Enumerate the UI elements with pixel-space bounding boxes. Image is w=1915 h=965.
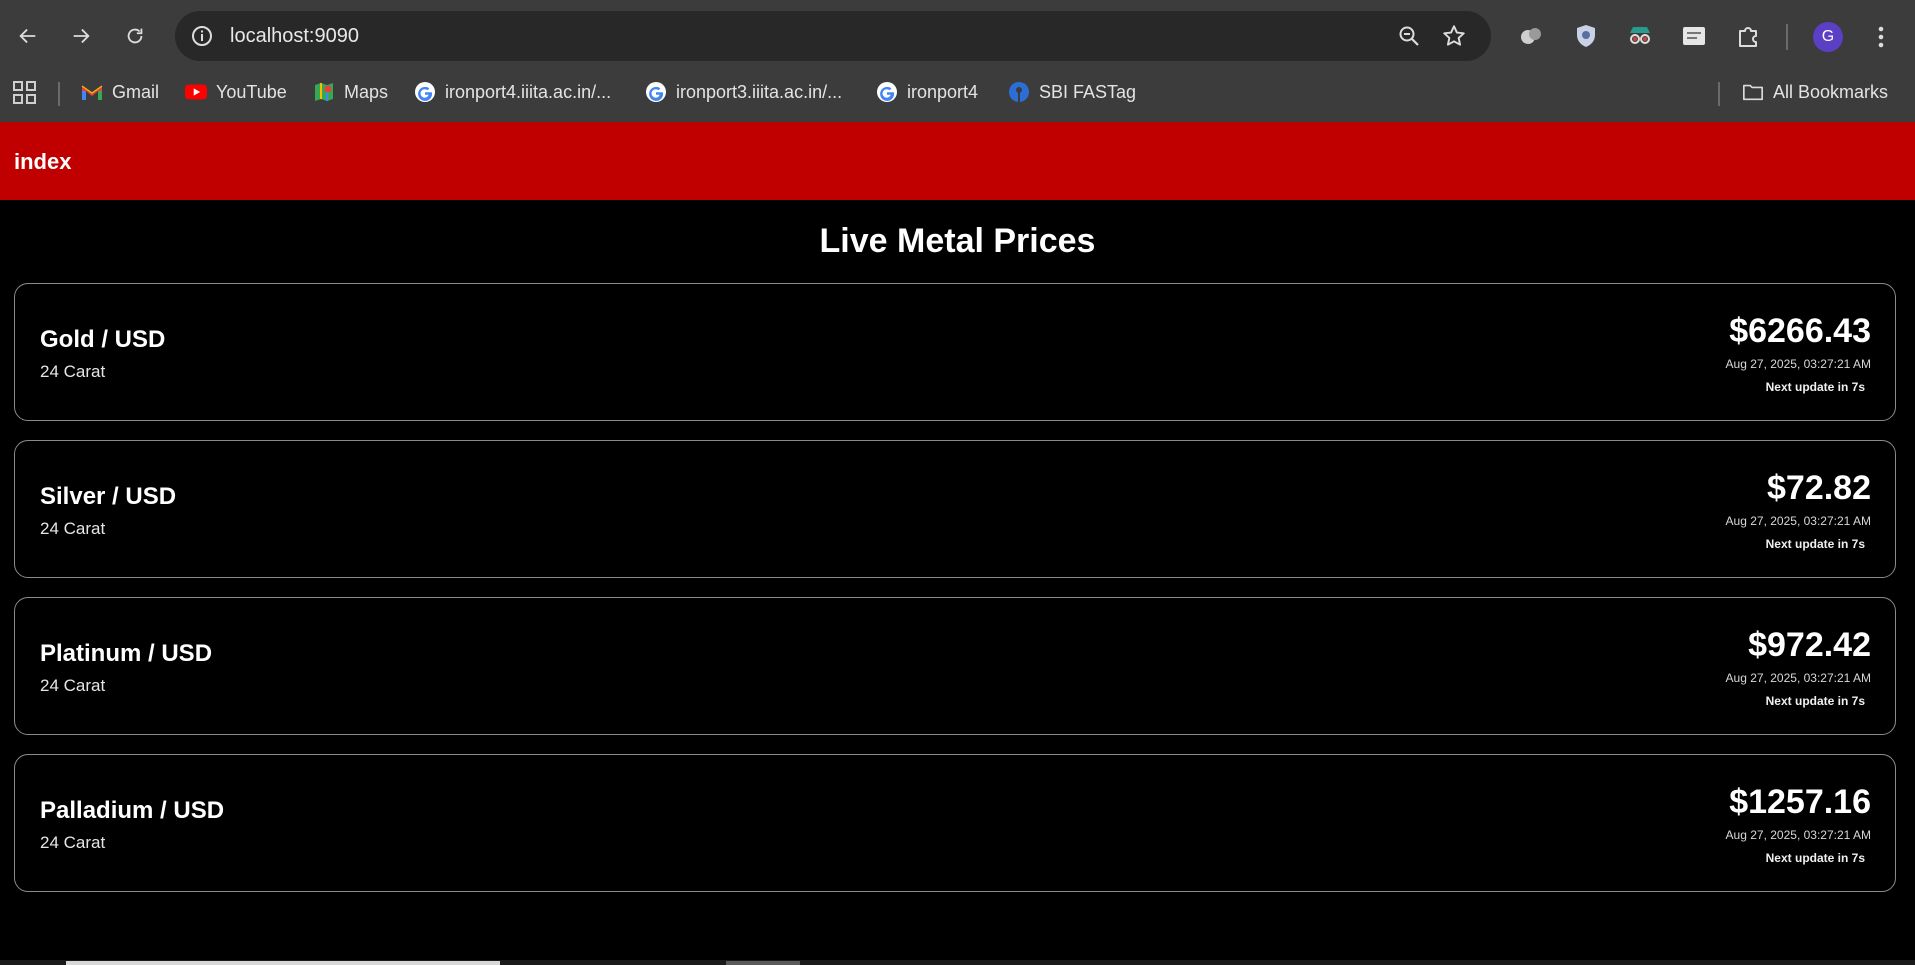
next-update-countdown: Next update in 7s bbox=[1765, 694, 1865, 708]
next-update-countdown: Next update in 7s bbox=[1765, 537, 1865, 551]
google-icon bbox=[645, 81, 667, 103]
bookmark-maps[interactable]: Maps bbox=[313, 78, 388, 106]
metal-name: Palladium / USD bbox=[40, 797, 225, 824]
google-icon bbox=[876, 81, 898, 103]
bookmark-label: ironport4.iiita.ac.in/... bbox=[445, 81, 612, 102]
price-timestamp: Aug 27, 2025, 03:27:21 AM bbox=[1725, 514, 1871, 528]
metal-purity: 24 Carat bbox=[40, 676, 106, 695]
metal-purity: 24 Carat bbox=[40, 519, 106, 538]
bookmarks-divider bbox=[58, 82, 60, 106]
metal-name: Silver / USD bbox=[40, 483, 177, 510]
price-value: $6266.43 bbox=[1729, 312, 1871, 350]
zoom-icon[interactable] bbox=[1397, 24, 1421, 48]
price-timestamp: Aug 27, 2025, 03:27:21 AM bbox=[1725, 357, 1871, 371]
price-card-platinum: Platinum / USD 24 Carat $972.42 Aug 27, … bbox=[14, 597, 1896, 735]
back-arrow-icon bbox=[19, 28, 36, 44]
extensions-puzzle-icon[interactable] bbox=[1734, 22, 1762, 50]
bookmark-label: YouTube bbox=[216, 81, 287, 102]
bookmark-ironport4-iiita[interactable]: ironport4.iiita.ac.in/... bbox=[414, 78, 611, 106]
bookmark-sbi-fastag[interactable]: SBI FASTag bbox=[1008, 78, 1136, 106]
metal-name: Platinum / USD bbox=[40, 640, 213, 667]
bookmark-label: SBI FASTag bbox=[1039, 81, 1137, 102]
next-update-countdown: Next update in 7s bbox=[1765, 851, 1865, 865]
spy-extension-icon[interactable] bbox=[1626, 22, 1654, 50]
forward-button[interactable] bbox=[63, 18, 99, 54]
google-icon bbox=[414, 81, 436, 103]
gmail-icon bbox=[81, 81, 103, 103]
price-card-silver: Silver / USD 24 Carat $72.82 Aug 27, 202… bbox=[14, 440, 1896, 578]
page-title: Live Metal Prices bbox=[819, 222, 1096, 260]
reload-button[interactable] bbox=[117, 18, 153, 54]
price-value: $72.82 bbox=[1767, 469, 1871, 507]
all-bookmarks-button[interactable]: All Bookmarks bbox=[1742, 78, 1888, 106]
shield-extension-icon[interactable] bbox=[1572, 22, 1600, 50]
url-text[interactable]: localhost:9090 bbox=[230, 24, 359, 48]
address-bar[interactable]: localhost:9090 bbox=[175, 11, 1491, 61]
extension-puzzle-cloud-icon[interactable] bbox=[1517, 22, 1545, 50]
scrollbar-thumb[interactable] bbox=[66, 961, 500, 965]
youtube-icon bbox=[185, 81, 207, 103]
price-value: $972.42 bbox=[1748, 626, 1871, 664]
bookmark-ironport3-iiita[interactable]: ironport3.iiita.ac.in/... bbox=[645, 78, 842, 106]
price-card-palladium: Palladium / USD 24 Carat $1257.16 Aug 27… bbox=[14, 754, 1896, 892]
price-card-gold: Gold / USD 24 Carat $6266.43 Aug 27, 202… bbox=[14, 283, 1896, 421]
bookmark-label: ironport4 bbox=[907, 81, 979, 102]
next-update-countdown: Next update in 7s bbox=[1765, 380, 1865, 394]
profile-avatar[interactable]: G bbox=[1813, 22, 1843, 52]
price-timestamp: Aug 27, 2025, 03:27:21 AM bbox=[1725, 671, 1871, 685]
browser-toolbar: localhost:9090 G bbox=[0, 0, 1915, 74]
browser-menu-icon[interactable] bbox=[1868, 22, 1894, 52]
metal-purity: 24 Carat bbox=[40, 833, 106, 852]
horizontal-scrollbar[interactable] bbox=[0, 960, 1915, 965]
site-info-icon[interactable] bbox=[189, 23, 215, 49]
bookmark-gmail[interactable]: Gmail bbox=[81, 78, 159, 106]
bookmark-youtube[interactable]: YouTube bbox=[185, 78, 287, 106]
id-card-extension-icon[interactable] bbox=[1680, 22, 1708, 50]
bookmark-star-icon[interactable] bbox=[1441, 23, 1467, 49]
all-bookmarks-label: All Bookmarks bbox=[1773, 81, 1889, 102]
scrollbar-segment bbox=[726, 961, 800, 965]
toolbar-divider bbox=[1786, 24, 1788, 50]
page-header: index bbox=[0, 122, 1915, 200]
bookmarks-divider bbox=[1718, 82, 1720, 106]
metal-purity: 24 Carat bbox=[40, 362, 106, 381]
bookmark-label: Gmail bbox=[112, 81, 160, 102]
bookmark-ironport4[interactable]: ironport4 bbox=[876, 78, 978, 106]
price-timestamp: Aug 27, 2025, 03:27:21 AM bbox=[1725, 828, 1871, 842]
back-button[interactable] bbox=[10, 18, 46, 54]
brand-link[interactable]: index bbox=[14, 149, 71, 175]
apps-grid-icon[interactable] bbox=[12, 80, 38, 106]
folder-icon bbox=[1742, 81, 1764, 103]
maps-icon bbox=[313, 81, 335, 103]
reload-icon bbox=[127, 28, 143, 44]
metal-name: Gold / USD bbox=[40, 326, 166, 353]
bookmark-label: Maps bbox=[344, 81, 389, 102]
bookmark-label: ironport3.iiita.ac.in/... bbox=[676, 81, 843, 102]
forward-arrow-icon bbox=[73, 28, 90, 44]
price-value: $1257.16 bbox=[1729, 783, 1871, 821]
sbi-icon bbox=[1008, 81, 1030, 103]
